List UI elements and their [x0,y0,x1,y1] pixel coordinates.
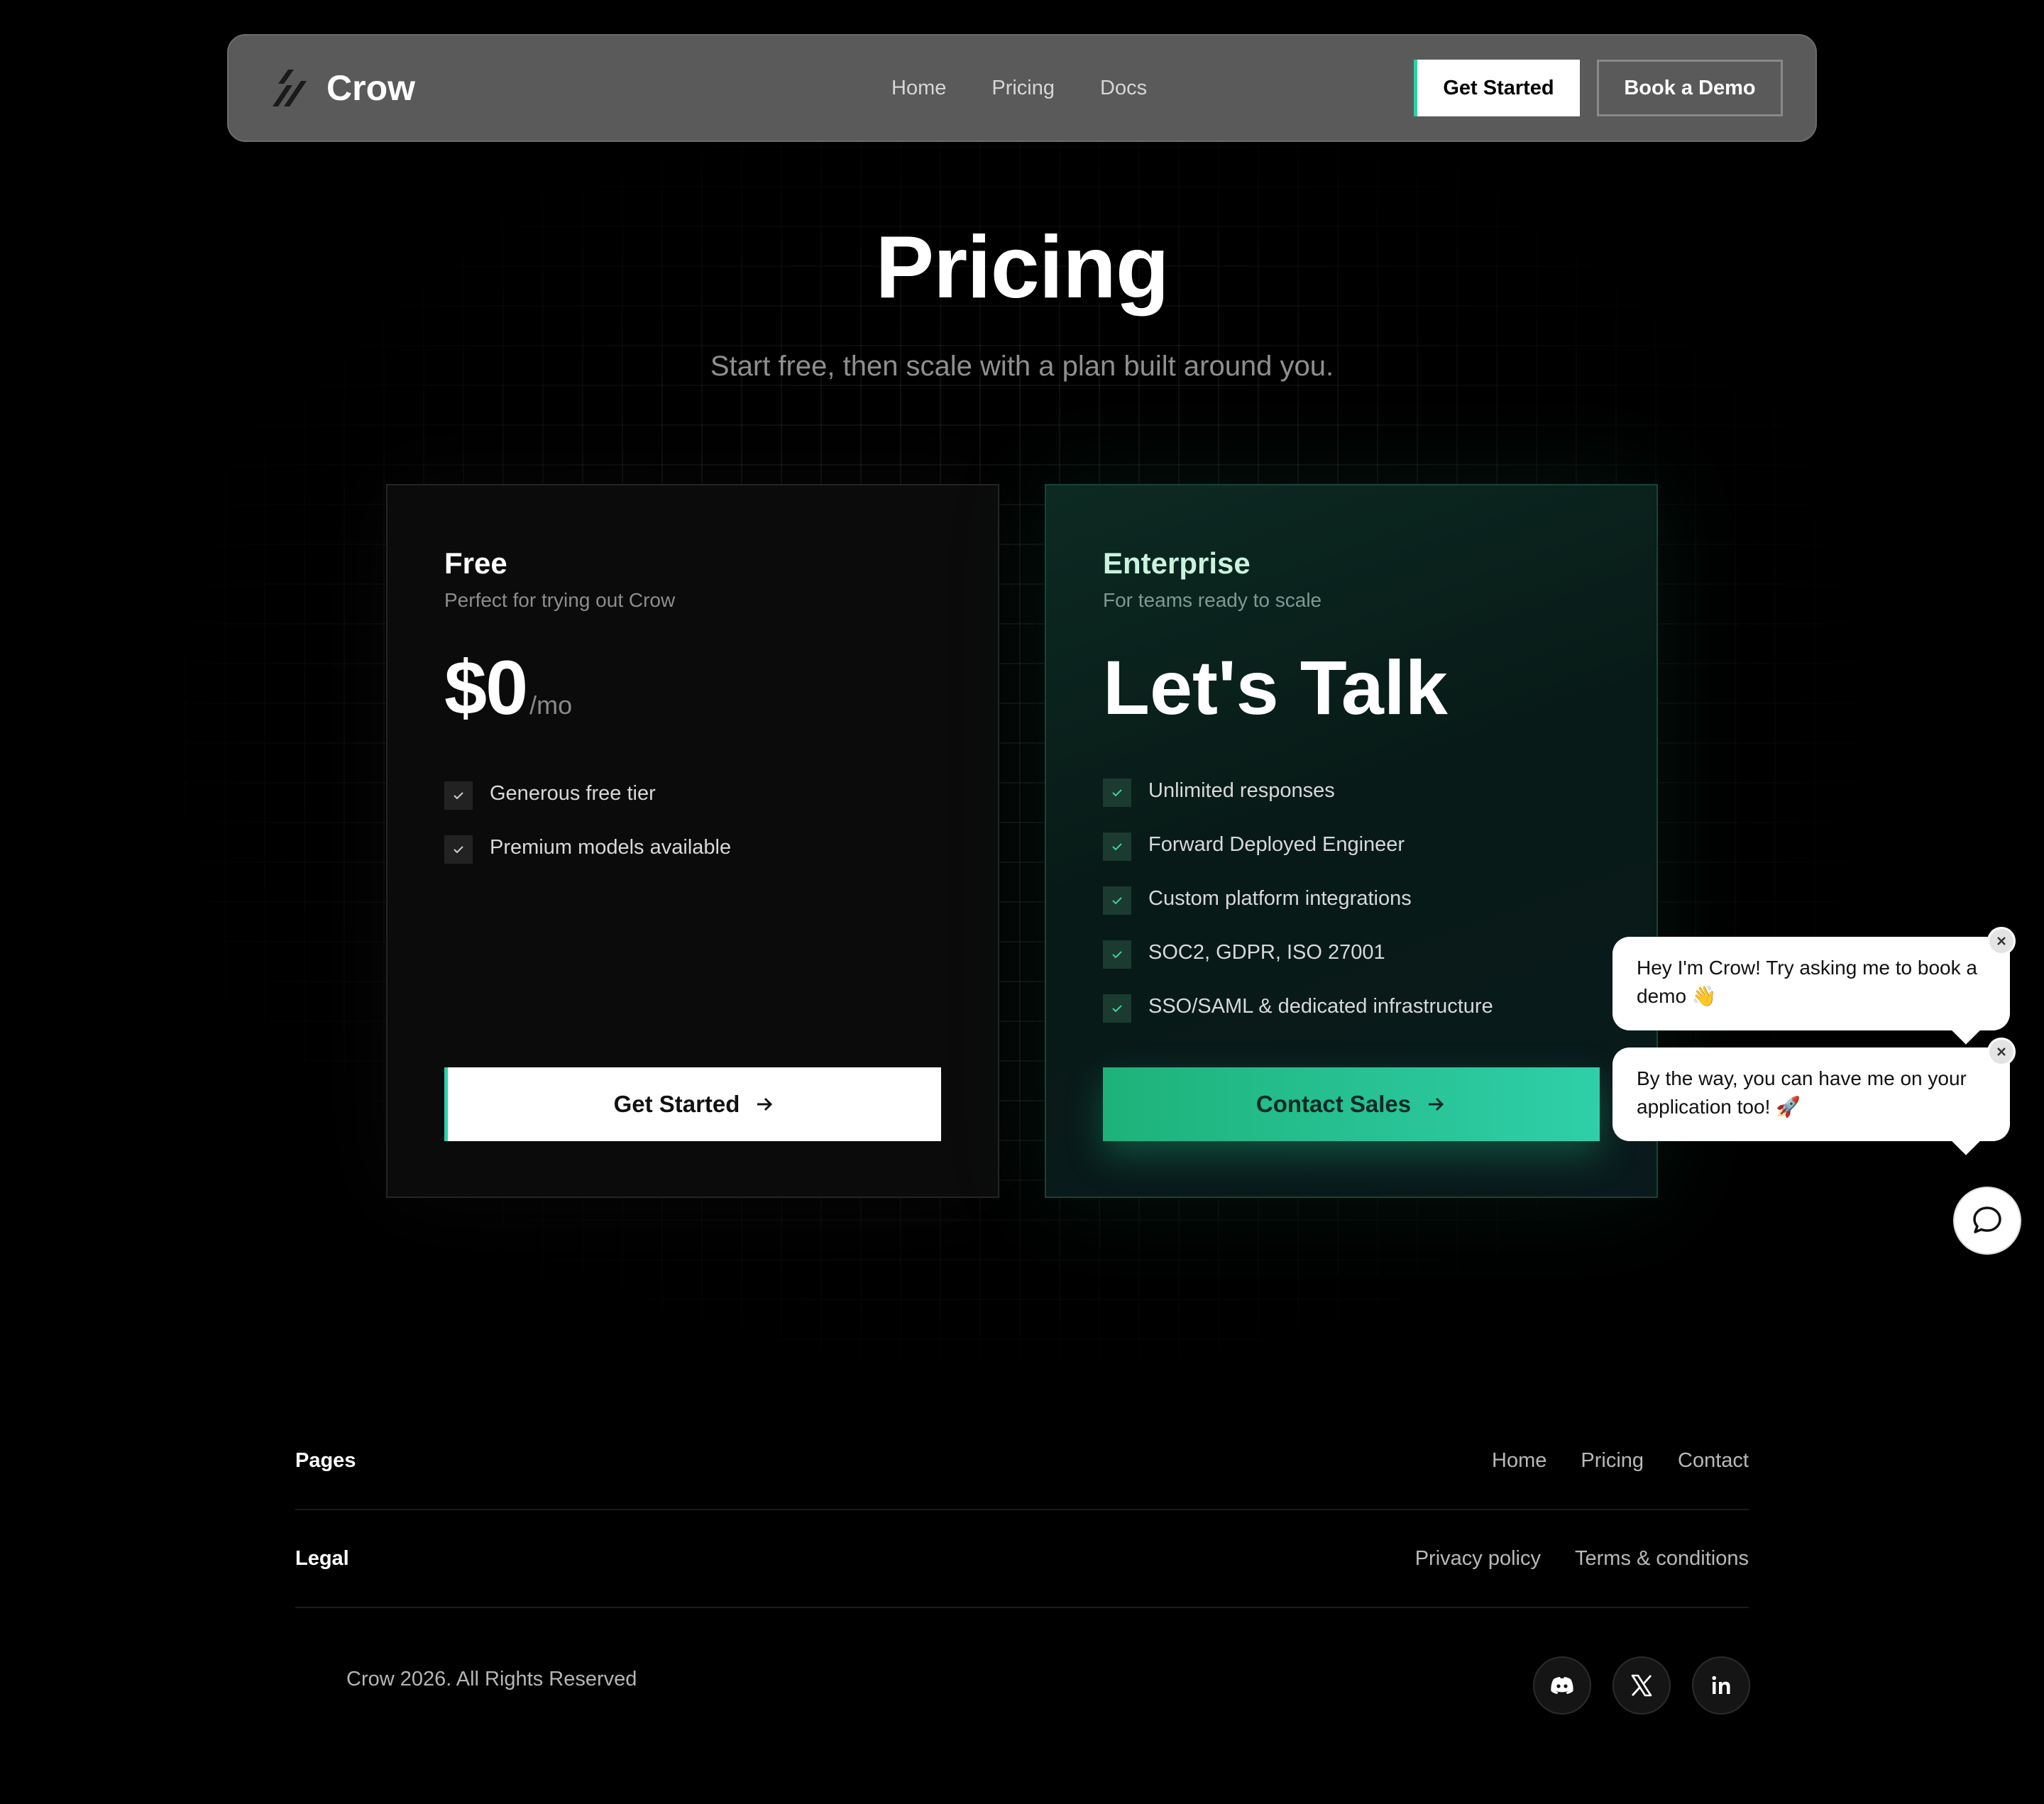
bubble-tail [1952,1127,1980,1155]
feature-text: SOC2, GDPR, ISO 27001 [1148,940,1385,964]
free-get-started-button[interactable]: Get Started [444,1067,941,1141]
footer-pages-links: Home Pricing Contact [1492,1449,1749,1473]
chat-bubble[interactable]: Hey I'm Crow! Try asking me to book a de… [1612,927,2016,1045]
plan-name: Free [444,546,507,580]
page-title: Pricing [875,219,1169,317]
plan-price: Let's Talk [1103,644,1448,730]
feature-item: Unlimited responses [1103,764,1493,818]
x-link[interactable] [1612,1656,1671,1715]
check-icon [1103,886,1131,915]
footer-legal-heading: Legal [295,1546,349,1570]
feature-list: Unlimited responses Forward Deployed Eng… [1103,764,1493,1033]
plan-price: $0 /mo [444,643,572,732]
footer-link-pricing[interactable]: Pricing [1581,1449,1644,1473]
arrow-right-icon [1429,1097,1444,1111]
check-icon [444,835,473,864]
nav-link-home[interactable]: Home [891,77,946,100]
feature-item: SOC2, GDPR, ISO 27001 [1103,925,1493,979]
chat-message: Hey I'm Crow! Try asking me to book a de… [1637,957,1977,1007]
brand-name: Crow [326,68,415,108]
footer-link-privacy[interactable]: Privacy policy [1415,1547,1541,1571]
footer-link-contact[interactable]: Contact [1678,1449,1749,1473]
check-icon [1103,940,1131,969]
price-unit: /mo [529,691,573,720]
footer-pages-heading: Pages [295,1448,356,1472]
feature-text: Forward Deployed Engineer [1148,832,1405,856]
crow-logo-icon [273,70,307,106]
contact-sales-button[interactable]: Contact Sales [1103,1067,1600,1141]
feature-text: Unlimited responses [1148,779,1335,802]
feature-text: Custom platform integrations [1148,886,1412,910]
price-amount: $0 [444,644,528,730]
nav-link-pricing[interactable]: Pricing [991,77,1055,100]
feature-item: SSO/SAML & dedicated infrastructure [1103,979,1493,1033]
footer-pages-row: Pages Home Pricing Contact [295,1412,1749,1510]
close-icon[interactable] [1987,927,2016,955]
plan-card-enterprise: Enterprise For teams ready to scale Let'… [1045,484,1658,1198]
feature-item: Generous free tier [444,766,731,820]
pricing-page: Crow Home Pricing Docs Get Started Book … [0,0,2044,1804]
discord-link[interactable] [1533,1656,1591,1715]
page-subtitle: Start free, then scale with a plan built… [710,351,1334,382]
feature-text: Premium models available [490,835,732,859]
linkedin-icon [1712,1676,1730,1694]
feature-item: Custom platform integrations [1103,871,1493,925]
bubble-tail [1952,1016,1980,1045]
linkedin-link[interactable] [1692,1656,1750,1715]
close-icon[interactable] [1987,1038,2016,1066]
chat-icon [1973,1206,2001,1233]
check-icon [1103,832,1131,861]
cta-label: Get Started [613,1091,740,1117]
chat-launcher-button[interactable] [1953,1187,2021,1255]
top-navbar: Crow Home Pricing Docs Get Started Book … [227,34,1817,142]
feature-item: Premium models available [444,820,731,874]
plan-card-free: Free Perfect for trying out Crow $0 /mo … [386,484,999,1198]
chat-bubble[interactable]: By the way, you can have me on your appl… [1612,1038,2016,1155]
nav-links: Home Pricing Docs [891,35,1147,141]
check-icon [1103,994,1131,1023]
feature-list: Generous free tier Premium models availa… [444,766,731,874]
get-started-button[interactable]: Get Started [1414,60,1580,116]
plan-name: Enterprise [1103,546,1251,580]
plan-description: For teams ready to scale [1103,589,1322,611]
plan-description: Perfect for trying out Crow [444,589,676,611]
book-demo-button[interactable]: Book a Demo [1597,60,1783,116]
footer-legal-links: Privacy policy Terms & conditions [1415,1547,1749,1571]
check-icon [444,781,473,810]
feature-text: Generous free tier [490,781,656,805]
check-icon [1103,779,1131,807]
footer-legal-row: Legal Privacy policy Terms & conditions [295,1510,1749,1608]
cta-label: Contact Sales [1255,1091,1412,1117]
footer-link-home[interactable]: Home [1492,1449,1546,1473]
feature-item: Forward Deployed Engineer [1103,818,1493,871]
nav-link-docs[interactable]: Docs [1100,77,1147,100]
copyright-text: Crow 2026. All Rights Reserved [346,1668,637,1690]
discord-icon [1551,1677,1573,1694]
social-links [1533,1656,1750,1715]
x-icon [1631,1674,1652,1697]
footer-link-terms[interactable]: Terms & conditions [1575,1547,1749,1571]
feature-text: SSO/SAML & dedicated infrastructure [1148,994,1493,1018]
chat-message: By the way, you can have me on your appl… [1637,1067,1967,1118]
brand[interactable]: Crow [268,35,415,141]
arrow-right-icon [757,1097,773,1111]
